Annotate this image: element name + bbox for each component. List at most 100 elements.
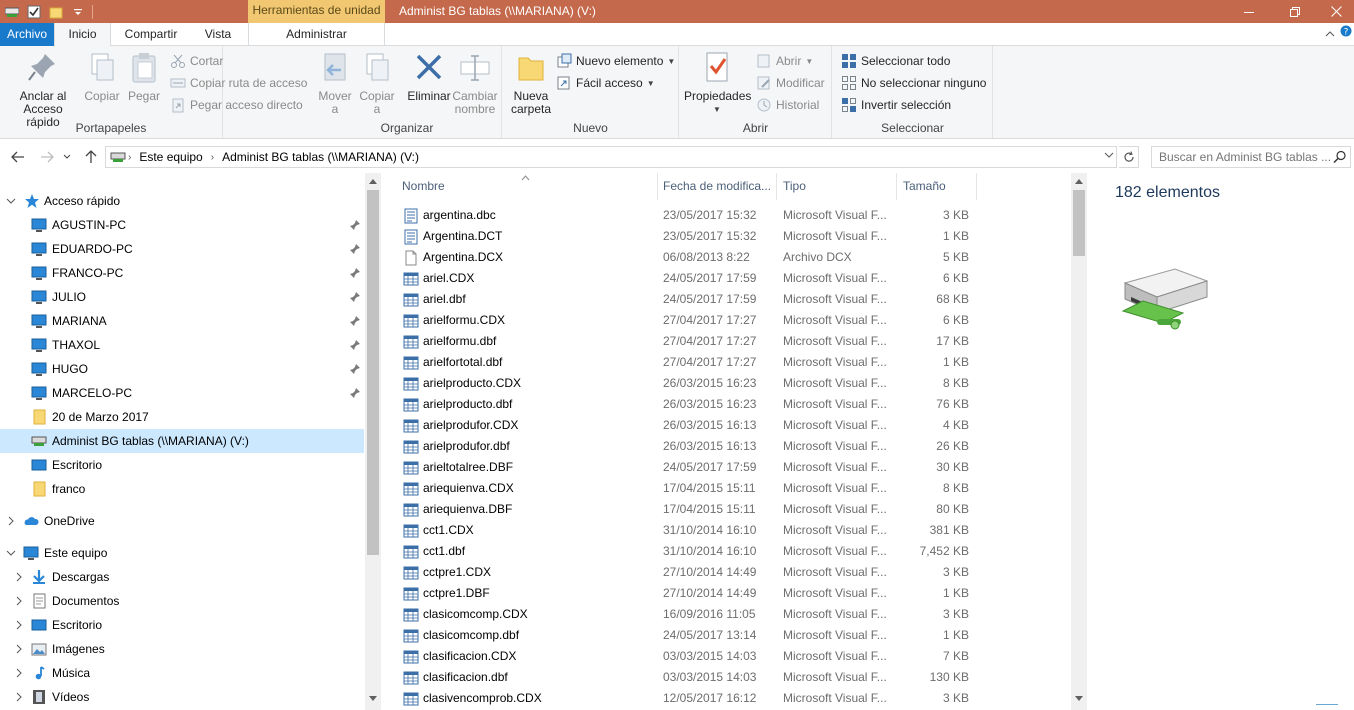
scroll-down-arrow-icon[interactable] <box>1071 690 1087 706</box>
tree-item-pc[interactable]: MARCELO-PC <box>0 381 364 405</box>
forward-button[interactable] <box>36 146 58 168</box>
pin-icon[interactable] <box>349 315 361 327</box>
rename-button[interactable]: Cambiar nombre <box>452 50 498 116</box>
copy-to-button[interactable]: Copiar a <box>357 50 397 116</box>
pin-icon[interactable] <box>349 387 361 399</box>
file-row[interactable]: Argentina.DCX 06/08/2013 8:22 Archivo DCX 5… <box>381 247 1071 268</box>
address-bar[interactable]: › Este equipo › Administ BG tablas (\\MA… <box>105 146 1117 168</box>
chevron-right-icon[interactable] <box>13 643 25 655</box>
tree-item-music[interactable]: Música <box>0 661 364 685</box>
new-item-button[interactable]: Nuevo elemento ▼ <box>556 51 675 71</box>
column-header-type[interactable]: Tipo <box>777 173 897 200</box>
help-icon[interactable]: ? <box>1336 23 1354 46</box>
file-row[interactable]: ariel.dbf 24/05/2017 17:59 Microsoft Visua… <box>381 289 1071 310</box>
tree-item-onedrive[interactable]: OneDrive <box>0 509 364 533</box>
file-row[interactable]: argentina.dbc 23/05/2017 15:32 Microsoft V… <box>381 205 1071 226</box>
recent-locations-button[interactable] <box>60 146 74 168</box>
pin-icon[interactable] <box>349 243 361 255</box>
pin-icon[interactable] <box>349 291 361 303</box>
customize-toolbar-icon[interactable] <box>70 4 86 20</box>
history-button[interactable]: Historial <box>756 95 819 115</box>
tree-item-this-pc[interactable]: Este equipo <box>0 541 364 565</box>
file-row[interactable]: ariel.CDX 24/05/2017 17:59 Microsoft Visua… <box>381 268 1071 289</box>
tab-vista[interactable]: Vista <box>190 23 246 46</box>
tree-item-pictures[interactable]: Imágenes <box>0 637 364 661</box>
tab-archivo[interactable]: Archivo <box>0 23 54 46</box>
scroll-up-arrow-icon[interactable] <box>1071 173 1087 189</box>
drive-icon[interactable] <box>4 4 20 20</box>
chevron-down-icon[interactable] <box>5 547 17 559</box>
minimize-button[interactable] <box>1226 0 1272 23</box>
chevron-right-icon[interactable] <box>5 515 17 527</box>
search-box[interactable] <box>1151 146 1351 168</box>
pin-icon[interactable] <box>349 267 361 279</box>
tree-item-current-drive[interactable]: Administ BG tablas (\\MARIANA) (V:) <box>0 429 364 453</box>
file-row[interactable]: cct1.dbf 31/10/2014 16:10 Microsoft Visual… <box>381 541 1071 562</box>
properties-check-icon[interactable] <box>26 4 42 20</box>
chevron-right-icon[interactable] <box>13 595 25 607</box>
column-header-size[interactable]: Tamaño <box>897 173 977 200</box>
paste-shortcut-button[interactable]: Pegar acceso directo <box>170 95 303 115</box>
file-row[interactable]: clasicomcomp.dbf 24/05/2017 13:14 Microsof… <box>381 625 1071 646</box>
close-button[interactable] <box>1318 0 1354 23</box>
breadcrumb-current-drive[interactable]: Administ BG tablas (\\MARIANA) (V:) <box>216 150 425 164</box>
tree-item-pc[interactable]: JULIO <box>0 285 364 309</box>
file-row[interactable]: arielformu.CDX 27/04/2017 17:27 Microsoft … <box>381 310 1071 331</box>
tree-item-pc[interactable]: MARIANA <box>0 309 364 333</box>
file-row[interactable]: clasicomcomp.CDX 16/09/2016 11:05 Microsof… <box>381 604 1071 625</box>
tree-item-desktop[interactable]: Escritorio <box>0 613 364 637</box>
refresh-button[interactable] <box>1119 146 1139 168</box>
new-folder-icon[interactable] <box>48 4 64 20</box>
invert-selection-button[interactable]: Invertir selección <box>841 95 951 115</box>
tree-item-quick-access[interactable]: Acceso rápido <box>0 189 364 213</box>
tree-item-folder[interactable]: 20 de Marzo 2017 <box>0 405 364 429</box>
back-button[interactable] <box>7 146 29 168</box>
copy-path-button[interactable]: Copiar ruta de acceso <box>170 73 307 93</box>
file-row[interactable]: cct1.CDX 31/10/2014 16:10 Microsoft Visual… <box>381 520 1071 541</box>
chevron-right-icon[interactable] <box>13 667 25 679</box>
pin-icon[interactable] <box>349 363 361 375</box>
file-row[interactable]: clasificacion.CDX 03/03/2015 14:03 Microso… <box>381 646 1071 667</box>
chevron-right-icon[interactable] <box>13 619 25 631</box>
file-row[interactable]: clasificacion.dbf 03/03/2015 14:03 Microso… <box>381 667 1071 688</box>
tree-item-pc[interactable]: AGUSTIN-PC <box>0 213 364 237</box>
delete-button[interactable]: Eliminar <box>406 50 452 103</box>
scroll-up-arrow-icon[interactable] <box>365 173 381 189</box>
file-row[interactable]: arielfortotal.dbf 27/04/2017 17:27 Microso… <box>381 352 1071 373</box>
pin-icon[interactable] <box>349 339 361 351</box>
column-header-date[interactable]: Fecha de modifica... <box>657 173 777 200</box>
tree-item-videos[interactable]: Vídeos <box>0 685 364 709</box>
file-row[interactable]: Argentina.DCT 23/05/2017 15:32 Microsoft V… <box>381 226 1071 247</box>
tree-item-pc[interactable]: FRANCO-PC <box>0 261 364 285</box>
file-row[interactable]: ariequienva.DBF 17/04/2015 15:11 Microsoft… <box>381 499 1071 520</box>
tab-administrar[interactable]: Administrar <box>248 23 385 46</box>
file-row[interactable]: arielformu.dbf 27/04/2017 17:27 Microsoft … <box>381 331 1071 352</box>
search-icon[interactable] <box>1333 150 1347 164</box>
easy-access-button[interactable]: Fácil acceso ▼ <box>556 73 655 93</box>
properties-button[interactable]: Propiedades ▼ <box>684 50 751 116</box>
tab-inicio[interactable]: Inicio <box>54 23 111 47</box>
tree-item-downloads[interactable]: Descargas <box>0 565 364 589</box>
tab-compartir[interactable]: Compartir <box>113 23 189 46</box>
move-to-button[interactable]: Mover a <box>315 50 355 116</box>
chevron-down-icon[interactable] <box>5 195 17 207</box>
select-none-button[interactable]: No seleccionar ninguno <box>841 73 986 93</box>
copy-button[interactable]: Copiar <box>84 50 120 103</box>
pin-icon[interactable] <box>349 219 361 231</box>
tree-item-desktop[interactable]: Escritorio <box>0 453 364 477</box>
file-row[interactable]: ariequienva.CDX 17/04/2015 15:11 Microsoft… <box>381 478 1071 499</box>
search-input[interactable] <box>1159 150 1331 164</box>
new-folder-button[interactable]: Nueva carpeta <box>509 50 553 116</box>
scrollbar-thumb[interactable] <box>1073 190 1085 256</box>
tree-item-documents[interactable]: Documentos <box>0 589 364 613</box>
tree-item-pc[interactable]: HUGO <box>0 357 364 381</box>
file-row[interactable]: cctpre1.CDX 27/10/2014 14:49 Microsoft Vis… <box>381 562 1071 583</box>
scroll-down-arrow-icon[interactable] <box>365 690 381 706</box>
file-row[interactable]: arielproducto.dbf 26/03/2015 16:23 Microso… <box>381 394 1071 415</box>
edit-button[interactable]: Modificar <box>756 73 825 93</box>
tree-item-folder[interactable]: franco <box>0 477 364 501</box>
scrollbar-thumb[interactable] <box>367 190 379 555</box>
file-row[interactable]: arielproducto.CDX 26/03/2015 16:23 Microso… <box>381 373 1071 394</box>
file-row[interactable]: arieltotalree.DBF 24/05/2017 17:59 Microso… <box>381 457 1071 478</box>
tree-item-pc[interactable]: EDUARDO-PC <box>0 237 364 261</box>
